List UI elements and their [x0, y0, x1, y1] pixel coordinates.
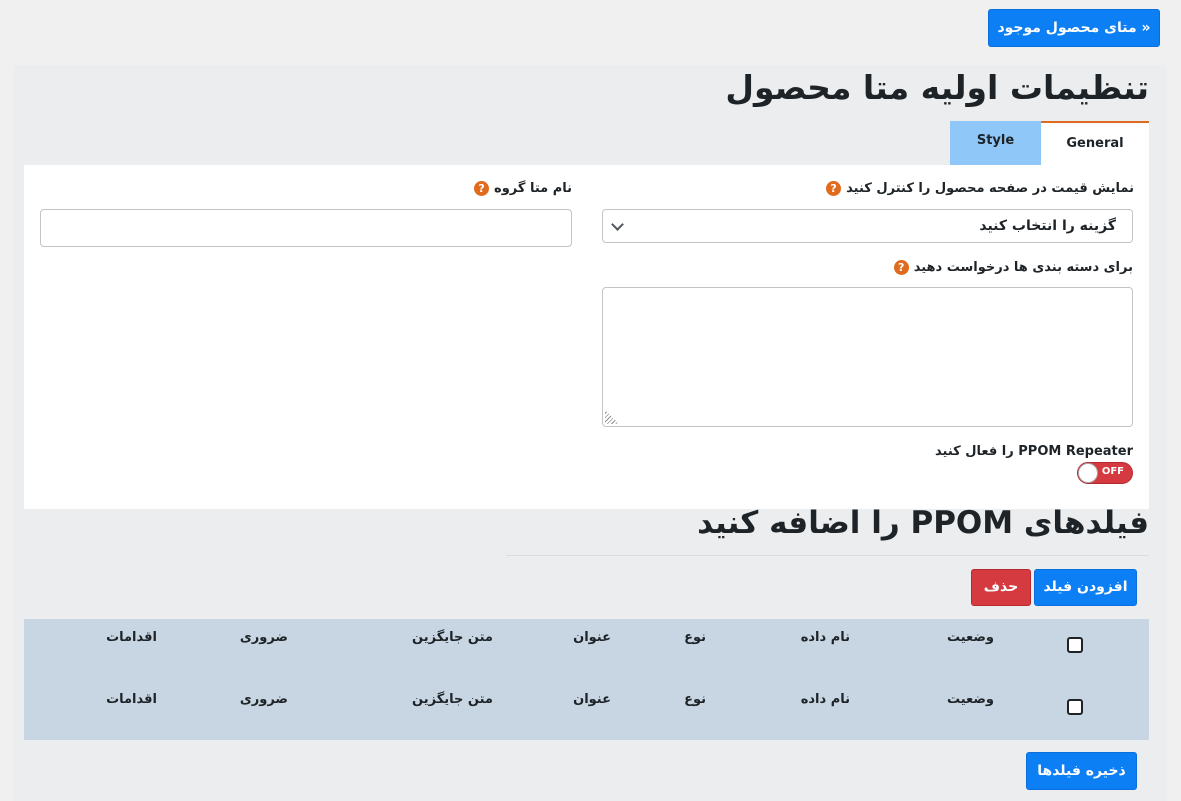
- table-cell: ضروری: [239, 692, 288, 707]
- table-cell: نوع: [684, 692, 706, 707]
- category-textarea[interactable]: [602, 287, 1133, 427]
- save-fields-button[interactable]: ذخیره فیلدها: [1026, 752, 1137, 790]
- category-label: برای دسته بندی ها درخواست دهید ?: [893, 260, 1133, 275]
- table-cell: متن جایگزین: [412, 630, 493, 645]
- table-row: وضعیت نام داده نوع عنوان متن جایگزین ضرو…: [24, 681, 1149, 741]
- add-field-button[interactable]: افزودن فیلد: [1034, 569, 1137, 606]
- group-name-label: نام متا گروه ?: [474, 181, 572, 196]
- group-name-label-text: نام متا گروه: [494, 181, 572, 196]
- category-label-text: برای دسته بندی ها درخواست دهید: [913, 260, 1133, 275]
- price-display-select-value: گزینه را انتخاب کنید: [979, 218, 1116, 234]
- table-cell: وضعیت: [946, 692, 994, 707]
- table-cell: ضروری: [239, 630, 288, 645]
- page-title: تنظیمات اولیه متا محصول: [725, 68, 1149, 107]
- repeater-toggle[interactable]: OFF: [1077, 462, 1133, 484]
- table-cell: وضعیت: [946, 630, 994, 645]
- divider: [506, 555, 1149, 556]
- table-cell: نام داده: [800, 692, 850, 707]
- delete-button[interactable]: حذف: [971, 569, 1031, 606]
- price-display-label: نمایش قیمت در صفحه محصول را کنترل کنید ?: [826, 181, 1134, 196]
- repeater-label: PPOM Repeater را فعال کنید: [935, 444, 1133, 459]
- repeater-label-text: PPOM Repeater را فعال کنید: [935, 444, 1133, 459]
- existing-meta-button[interactable]: « متای محصول موجود: [988, 9, 1160, 47]
- row-checkbox[interactable]: [1067, 637, 1083, 653]
- help-icon[interactable]: ?: [826, 181, 842, 196]
- toggle-knob: [1078, 463, 1098, 483]
- row-checkbox[interactable]: [1067, 699, 1083, 715]
- table-cell: اقدامات: [106, 692, 157, 707]
- price-display-select[interactable]: گزینه را انتخاب کنید: [602, 209, 1133, 243]
- table-cell: عنوان: [573, 630, 611, 645]
- help-icon[interactable]: ?: [474, 181, 490, 196]
- chevron-down-icon: [611, 218, 624, 231]
- help-icon[interactable]: ?: [893, 260, 909, 275]
- table-cell: عنوان: [573, 692, 611, 707]
- table-cell: متن جایگزین: [412, 692, 493, 707]
- fields-section-title: فیلدهای PPOM را اضافه کنید: [697, 505, 1149, 541]
- table-cell: نام داده: [800, 630, 850, 645]
- price-display-label-text: نمایش قیمت در صفحه محصول را کنترل کنید: [846, 181, 1134, 196]
- fields-table: وضعیت نام داده نوع عنوان متن جایگزین ضرو…: [24, 619, 1149, 740]
- tab-style[interactable]: Style: [950, 121, 1041, 165]
- group-name-input[interactable]: [40, 209, 572, 247]
- table-row: وضعیت نام داده نوع عنوان متن جایگزین ضرو…: [24, 619, 1149, 679]
- table-cell: نوع: [684, 630, 706, 645]
- table-cell: اقدامات: [106, 630, 157, 645]
- toggle-state-text: OFF: [1101, 466, 1124, 477]
- tab-general[interactable]: General: [1041, 121, 1149, 165]
